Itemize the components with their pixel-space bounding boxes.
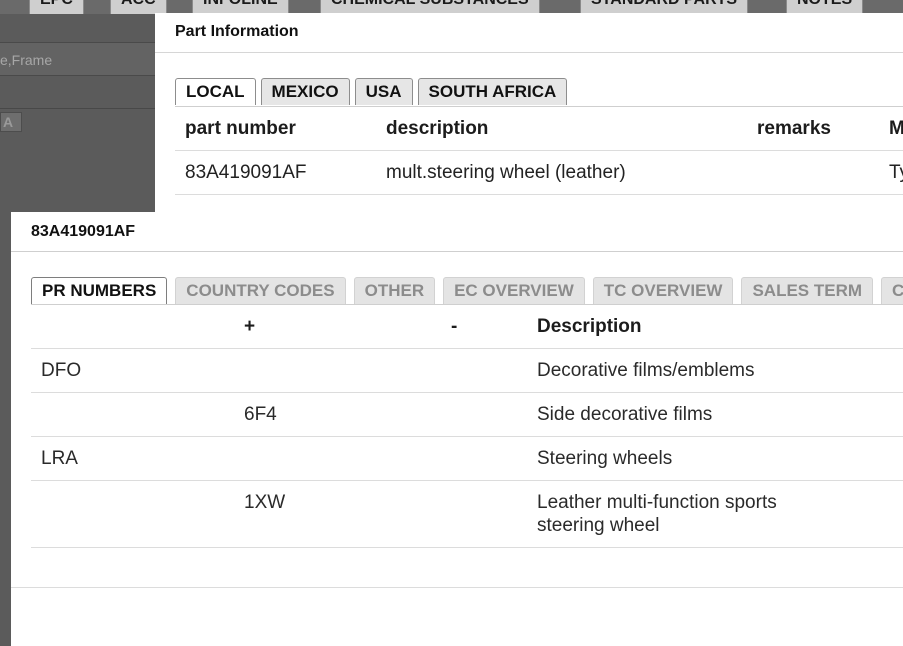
column-header-plus[interactable]: + (244, 315, 255, 338)
column-header-description[interactable]: description (386, 107, 488, 151)
tab-more[interactable]: C (881, 277, 903, 304)
tab-other[interactable]: OTHER (353, 277, 436, 304)
family-cell: DFO (41, 360, 82, 381)
description-cell: Side decorative films (537, 404, 713, 425)
description-cell: Steering wheels (537, 448, 673, 469)
dialog-title: Part Information (155, 13, 903, 53)
tab-sales-term[interactable]: SALES TERM (741, 277, 874, 304)
tab-acc[interactable]: ACC (110, 0, 167, 14)
tab-usa[interactable]: USA (354, 78, 413, 105)
tab-south-africa[interactable]: SOUTH AFRICA (417, 78, 568, 105)
part-number-cell: 83A419091AF (185, 162, 307, 183)
detail-tabs: PR NUMBERS COUNTRY CODES OTHER EC OVERVI… (31, 277, 903, 304)
tab-country-codes[interactable]: COUNTRY CODES (175, 277, 346, 304)
description-cell: Decorative films/emblems (537, 360, 755, 381)
pr-numbers-table: + - Description DFO Decorative films/emb… (31, 305, 903, 548)
column-header-m[interactable]: M (889, 107, 903, 151)
background-tab-bar: EPC ACC INFOLINE CHEMICAL SUBSTANCES STA… (0, 0, 903, 14)
column-header-remarks[interactable]: remarks (757, 107, 831, 151)
table-row[interactable]: 1XW Leather multi-function sports steeri… (31, 481, 903, 548)
dialog-footer-divider (11, 587, 903, 588)
divider (0, 108, 160, 109)
tab-epc[interactable]: EPC (29, 0, 84, 14)
family-cell: LRA (41, 448, 78, 469)
table-row[interactable]: 83A419091AF mult.steering wheel (leather… (175, 151, 903, 195)
column-header-minus[interactable]: - (451, 315, 457, 338)
table-row[interactable]: 6F4 Side decorative films (31, 393, 903, 437)
tab-local[interactable]: LOCAL (175, 78, 256, 105)
tab-standard-parts[interactable]: STANDARD PARTS (580, 0, 749, 14)
table-row[interactable]: LRA Steering wheels (31, 437, 903, 481)
table-header: part number description remarks M (175, 107, 903, 151)
tab-ec-overview[interactable]: EC OVERVIEW (443, 277, 585, 304)
column-header-part-number[interactable]: part number (185, 107, 296, 151)
font-size-button[interactable]: A (0, 112, 22, 132)
tab-mexico[interactable]: MEXICO (260, 78, 350, 105)
tab-tc-overview[interactable]: TC OVERVIEW (592, 277, 734, 304)
part-info-table: part number description remarks M 83A419… (175, 107, 903, 195)
tab-pr-numbers[interactable]: PR NUMBERS (31, 277, 168, 304)
description-cell: mult.steering wheel (leather) (386, 162, 626, 183)
plus-cell: 6F4 (244, 404, 277, 425)
tab-chemical-substances[interactable]: CHEMICAL SUBSTANCES (320, 0, 540, 14)
table-row[interactable]: DFO Decorative films/emblems (31, 349, 903, 393)
m-cell: Ty (889, 162, 903, 183)
dialog-title: 83A419091AF (11, 212, 903, 252)
table-header: + - Description (31, 305, 903, 349)
tab-infoline[interactable]: INFOLINE (192, 0, 289, 14)
description-cell: Leather multi-function sports steering w… (537, 492, 777, 536)
part-detail-dialog: 83A419091AF PR NUMBERS COUNTRY CODES OTH… (11, 212, 903, 646)
search-input[interactable]: e,Frame (0, 42, 160, 76)
region-tabs: LOCAL MEXICO USA SOUTH AFRICA (175, 78, 568, 106)
plus-cell: 1XW (244, 492, 286, 513)
column-header-description[interactable]: Description (537, 315, 827, 338)
tab-notes[interactable]: NOTES (786, 0, 864, 14)
